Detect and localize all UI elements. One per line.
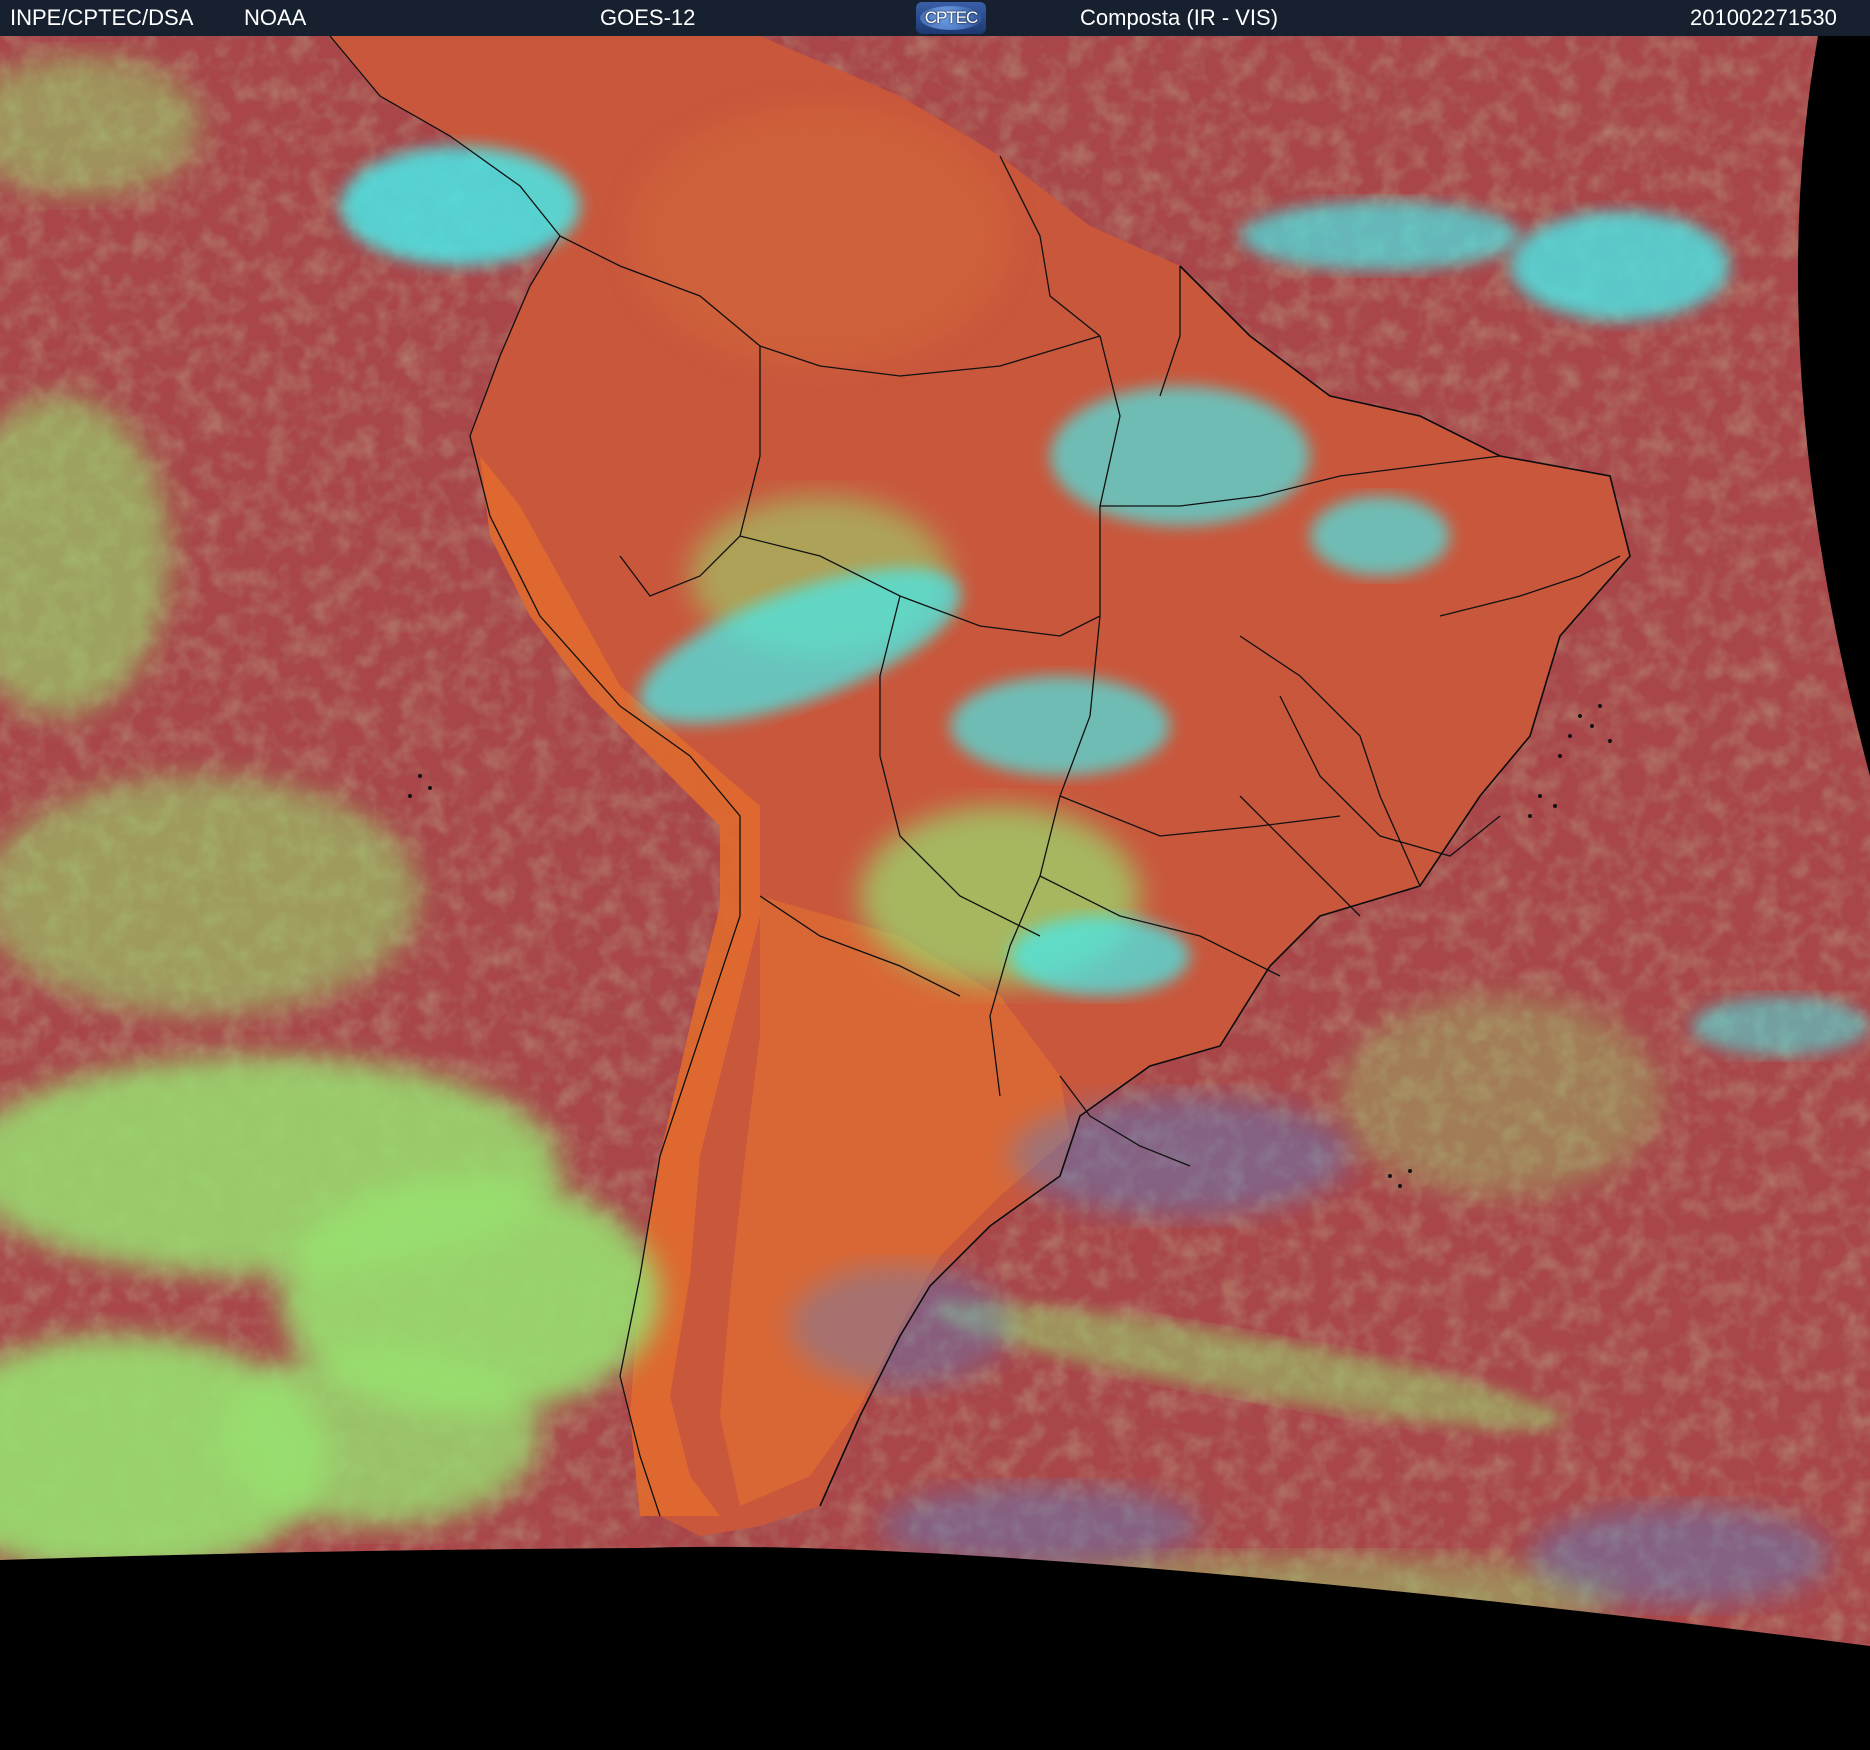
header-bar: INPE/CPTEC/DSA NOAA GOES-12 CPTEC Compos…	[0, 0, 1870, 36]
institution-label: INPE/CPTEC/DSA	[10, 5, 194, 30]
product-label: Composta (IR - VIS)	[1080, 5, 1279, 30]
satellite-image	[0, 36, 1870, 1750]
satellite-label: GOES-12	[600, 5, 696, 30]
agency-label: NOAA	[244, 5, 307, 30]
scan-area	[0, 36, 1870, 1646]
logo-text: CPTEC	[924, 8, 979, 27]
north-land-warm	[630, 106, 1010, 366]
cptec-logo: CPTEC	[916, 2, 986, 34]
timestamp-label: 201002271530	[1690, 5, 1837, 30]
